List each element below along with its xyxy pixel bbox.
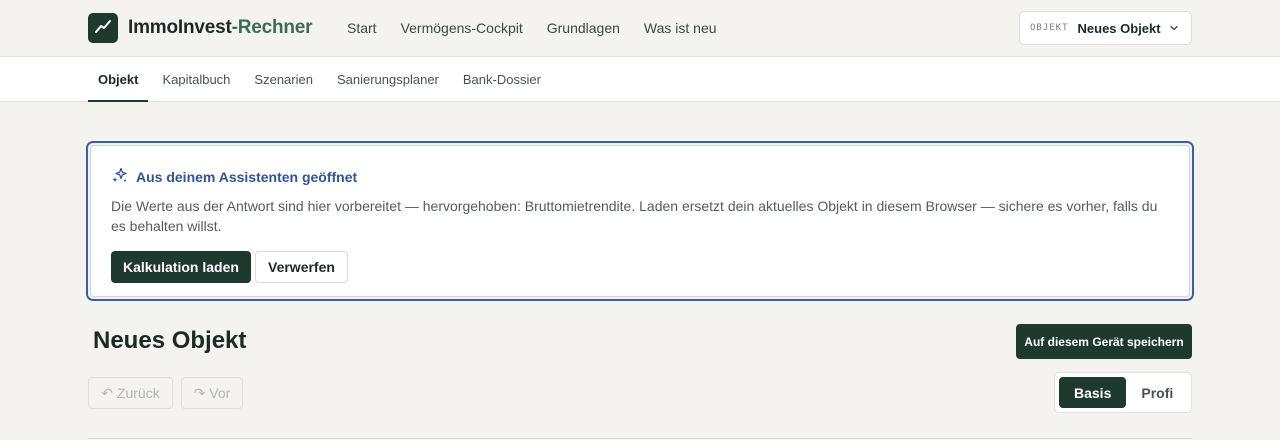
object-selector[interactable]: OBJEKT Neues Objekt xyxy=(1019,11,1192,45)
tab-szenarien[interactable]: Szenarien xyxy=(244,57,323,101)
mode-profi-button[interactable]: Profi xyxy=(1126,377,1188,408)
brand-name[interactable]: ImmoInvest-Rechner xyxy=(128,17,313,39)
notice-text: Die Werte aus der Antwort sind hier vorb… xyxy=(111,198,1158,234)
notice-title-row: Aus deinem Assistenten geöffnet xyxy=(111,167,357,187)
logo[interactable] xyxy=(88,13,118,43)
trend-chart-icon xyxy=(94,17,112,40)
mode-basis-button[interactable]: Basis xyxy=(1059,377,1127,408)
tab-objekt[interactable]: Objekt xyxy=(88,57,149,102)
chevron-down-icon xyxy=(1169,23,1179,33)
nav-grundlagen[interactable]: Grundlagen xyxy=(547,20,620,36)
tab-sanierungsplaner[interactable]: Sanierungsplaner xyxy=(327,57,449,101)
brand-accent: -Rechner xyxy=(231,17,313,38)
top-header: ImmoInvest-Rechner Start Vermögens-Cockp… xyxy=(0,0,1280,57)
brand-main: ImmoInvest xyxy=(128,17,232,38)
undo-button[interactable]: ↶ Zurück xyxy=(88,377,173,409)
notice-title: Aus deinem Assistenten geöffnet xyxy=(136,169,358,185)
tab-list: Objekt Kapitalbuch Szenarien Sanierungsp… xyxy=(88,57,555,102)
nav-was-ist-neu[interactable]: Was ist neu xyxy=(644,20,717,36)
object-selector-value: Neues Objekt xyxy=(1077,20,1161,36)
mode-toggle: Basis Profi xyxy=(1054,372,1192,413)
main-nav: Start Vermögens-Cockpit Grundlagen Was i… xyxy=(347,20,741,36)
redo-button[interactable]: ↷ Vor xyxy=(181,377,243,409)
divider xyxy=(88,438,1192,439)
tab-kapitalbuch[interactable]: Kapitalbuch xyxy=(152,57,240,101)
assistant-notice: Aus deinem Assistenten geöffnet Die Wert… xyxy=(86,141,1194,301)
load-calculation-button[interactable]: Kalkulation laden xyxy=(111,251,251,283)
assistant-notice-body: Aus deinem Assistenten geöffnet Die Wert… xyxy=(90,145,1190,297)
sub-navigation: Objekt Kapitalbuch Szenarien Sanierungsp… xyxy=(0,57,1280,102)
nav-vermoegens-cockpit[interactable]: Vermögens-Cockpit xyxy=(401,20,523,36)
save-on-device-button[interactable]: Auf diesem Gerät speichern xyxy=(1016,324,1192,359)
page-title: Neues Objekt xyxy=(93,327,247,354)
nav-start[interactable]: Start xyxy=(347,20,377,36)
tab-bank-dossier[interactable]: Bank-Dossier xyxy=(453,57,551,101)
sparkles-icon xyxy=(111,167,136,187)
object-selector-tag: OBJEKT xyxy=(1030,23,1069,33)
discard-button[interactable]: Verwerfen xyxy=(255,251,348,283)
